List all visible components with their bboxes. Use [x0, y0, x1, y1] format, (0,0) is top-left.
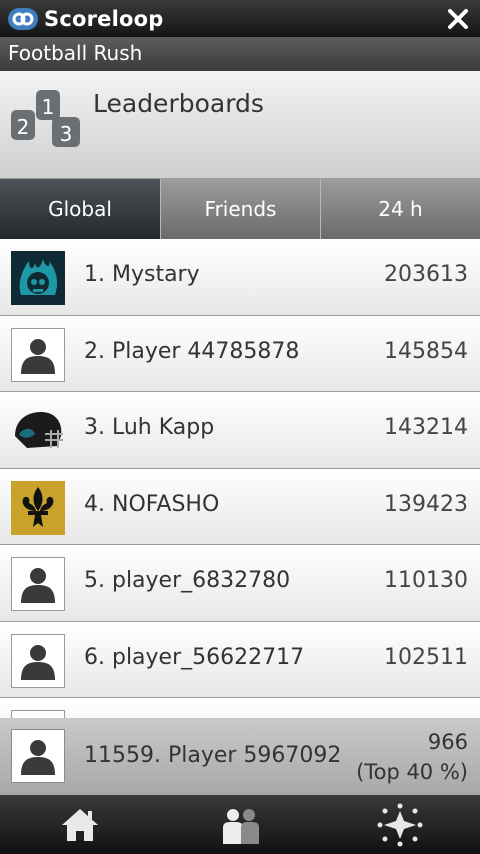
list-item[interactable]: 5. player_6832780 110130	[0, 545, 480, 622]
list-item[interactable]: 3. Luh Kapp 143214	[0, 392, 480, 469]
current-user-rank[interactable]: 11559. Player 5967092 966 (Top 40 %)	[0, 718, 480, 795]
player-score: 143214	[384, 415, 468, 440]
close-icon[interactable]	[442, 3, 474, 35]
fleur-de-lis-avatar	[11, 480, 65, 535]
nav-sparkle-button[interactable]	[320, 795, 480, 854]
leaderboard-tabs: Global Friends 24 h	[0, 179, 480, 239]
bottom-nav	[0, 795, 480, 854]
player-name: 4. NOFASHO	[84, 491, 220, 517]
current-user-name: 11559. Player 5967092	[84, 743, 342, 768]
svg-text:3: 3	[60, 122, 73, 146]
page-title: Leaderboards	[93, 89, 264, 118]
home-icon	[62, 808, 98, 841]
nav-home-button[interactable]	[0, 795, 160, 854]
leaderboard-list[interactable]: 1. Mystary 203613 2. Player 44785878 145…	[0, 239, 480, 720]
brand: Scoreloop	[8, 4, 163, 34]
current-user-percentile: (Top 40 %)	[356, 760, 468, 784]
list-item[interactable]: 1. Mystary 203613	[0, 239, 480, 316]
player-name: 6. player_56622717	[84, 644, 305, 670]
player-name: 5. player_6832780	[84, 568, 291, 593]
current-user-score-block: 966 (Top 40 %)	[356, 727, 468, 787]
default-user-avatar	[11, 557, 65, 611]
player-score: 102511	[384, 644, 468, 670]
player-name: 3. Luh Kapp	[84, 415, 215, 440]
flaming-skull-avatar	[11, 251, 65, 305]
tab-global[interactable]: Global	[0, 179, 160, 239]
player-name: 1. Mystary	[84, 262, 200, 287]
player-name: 2. Player 44785878	[84, 338, 300, 364]
svg-text:1: 1	[42, 95, 55, 119]
default-user-avatar	[11, 729, 65, 783]
game-title-bar: Football Rush	[0, 37, 480, 71]
player-score: 145854	[384, 338, 468, 364]
podium-rank-icon: 1 2 3	[11, 90, 80, 147]
tab-24h[interactable]: 24 h	[320, 179, 480, 239]
current-user-score: 966	[427, 730, 468, 754]
sparkle-icon	[377, 803, 423, 846]
football-helmet-avatar	[15, 412, 63, 448]
player-score: 139423	[384, 491, 468, 517]
list-item-partial[interactable]	[0, 698, 480, 720]
list-item[interactable]: 4. NOFASHO 139423	[0, 468, 480, 545]
top-bar: Scoreloop	[0, 0, 480, 37]
svg-text:2: 2	[17, 115, 30, 139]
player-score: 203613	[384, 262, 468, 287]
tab-friends[interactable]: Friends	[160, 179, 320, 239]
brand-name: Scoreloop	[44, 7, 164, 31]
list-item[interactable]: 2. Player 44785878 145854	[0, 315, 480, 392]
player-score: 110130	[384, 568, 468, 593]
users-icon	[223, 808, 259, 844]
page-header: 1 2 3 Leaderboards	[0, 71, 480, 179]
list-item[interactable]: 6. player_56622717 102511	[0, 621, 480, 698]
scoreloop-logo-icon	[8, 8, 38, 30]
nav-users-button[interactable]	[160, 795, 320, 854]
default-user-avatar	[11, 327, 65, 382]
default-user-avatar	[11, 633, 65, 688]
game-title: Football Rush	[8, 41, 143, 65]
